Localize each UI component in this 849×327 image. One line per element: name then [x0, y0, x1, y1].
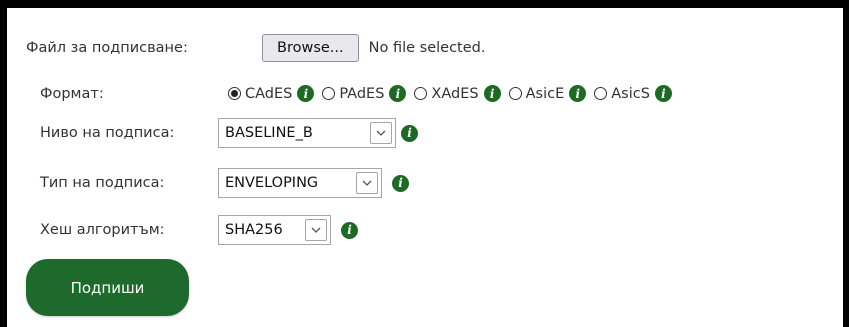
- info-icon[interactable]: i: [297, 85, 315, 102]
- level-select[interactable]: BASELINE_B: [218, 118, 396, 148]
- format-option-label: PAdES: [339, 85, 385, 102]
- sign-button[interactable]: Подпиши: [26, 259, 189, 316]
- hash-label: Хеш алгоритъм:: [40, 222, 165, 238]
- info-icon[interactable]: i: [483, 85, 501, 102]
- radio-unchecked-icon[interactable]: [414, 87, 428, 100]
- format-option-cades[interactable]: CAdES i: [228, 85, 315, 102]
- chevron-down-icon[interactable]: [370, 122, 392, 144]
- type-label: Тип на подписа:: [40, 175, 165, 191]
- info-icon[interactable]: i: [389, 85, 407, 102]
- type-select[interactable]: ENVELOPING: [218, 168, 382, 198]
- file-row: Файл за подписване: Browse... No file se…: [26, 34, 485, 62]
- level-select-value: BASELINE_B: [225, 125, 313, 141]
- format-option-label: XAdES: [431, 85, 479, 102]
- hash-select-value: SHA256: [225, 222, 283, 238]
- level-row: Ниво на подписа: BASELINE_B i: [40, 118, 418, 148]
- radio-unchecked-icon[interactable]: [508, 87, 522, 100]
- format-option-asics[interactable]: AsicS i: [594, 85, 672, 102]
- hash-select[interactable]: SHA256: [218, 215, 331, 245]
- format-option-xades[interactable]: XAdES i: [414, 85, 501, 102]
- radio-checked-icon[interactable]: [228, 87, 241, 100]
- browse-button[interactable]: Browse...: [262, 34, 359, 62]
- format-option-label: AsicS: [611, 85, 650, 102]
- format-option-asice[interactable]: AsicE i: [508, 85, 587, 102]
- level-label: Ниво на подписа:: [40, 125, 175, 141]
- file-status: No file selected.: [368, 40, 486, 56]
- chevron-down-icon[interactable]: [356, 172, 378, 194]
- chevron-down-icon[interactable]: [305, 219, 327, 241]
- format-option-pades[interactable]: PAdES i: [322, 85, 407, 102]
- type-row: Тип на подписа: ENVELOPING i: [40, 168, 409, 198]
- format-row: Формат: CAdES i PAdES i XAdES i AsicE i …: [40, 85, 672, 102]
- format-option-label: CAdES: [245, 85, 293, 102]
- radio-unchecked-icon[interactable]: [322, 87, 336, 100]
- info-icon[interactable]: i: [341, 221, 358, 239]
- info-icon[interactable]: i: [654, 85, 672, 102]
- info-icon[interactable]: i: [569, 85, 587, 102]
- radio-unchecked-icon[interactable]: [594, 87, 608, 100]
- info-icon[interactable]: i: [392, 174, 409, 192]
- format-label: Формат:: [40, 85, 104, 102]
- type-select-value: ENVELOPING: [225, 175, 319, 191]
- hash-row: Хеш алгоритъм: SHA256 i: [40, 215, 358, 245]
- info-icon[interactable]: i: [401, 124, 418, 142]
- format-option-label: AsicE: [525, 85, 565, 102]
- file-label: Файл за подписване:: [26, 40, 188, 56]
